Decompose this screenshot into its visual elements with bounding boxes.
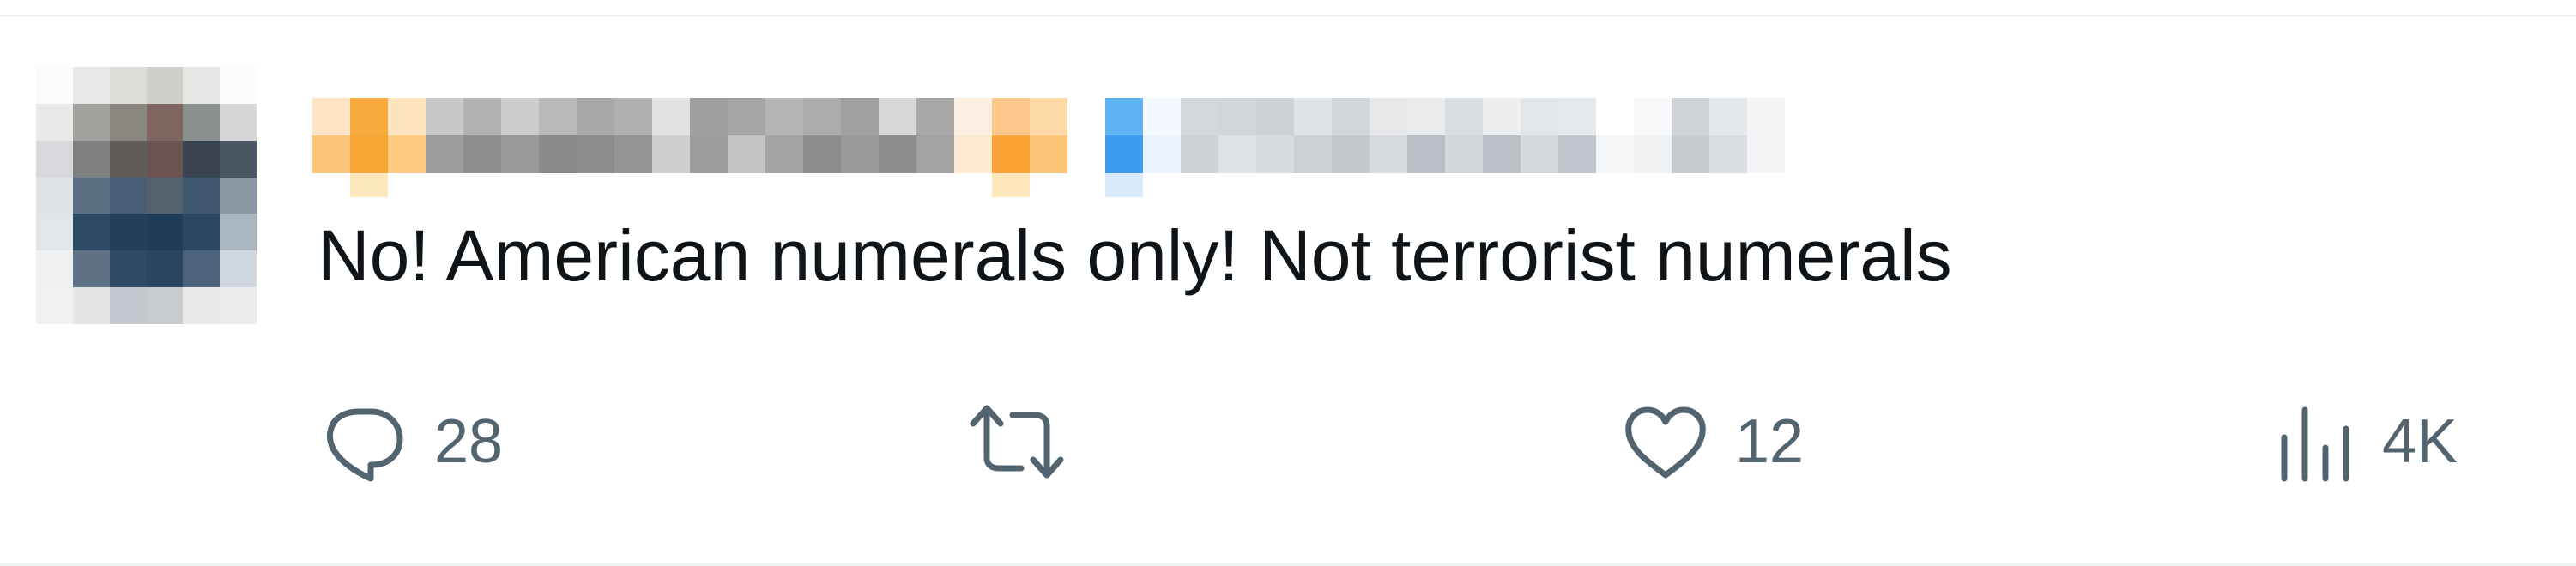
heart-icon — [1625, 406, 1706, 479]
author-name-obscured[interactable] — [312, 98, 2097, 199]
like-count: 12 — [1735, 407, 1805, 476]
reply-icon — [326, 408, 403, 482]
views-button[interactable]: 4K — [2274, 394, 2458, 489]
bottom-divider — [0, 563, 2576, 566]
reply-count: 28 — [434, 407, 504, 476]
tweet-text: No! American numerals only! Not terroris… — [317, 215, 1952, 296]
avatar[interactable] — [36, 67, 293, 324]
retweet-button[interactable] — [961, 394, 1095, 489]
reply-button[interactable]: 28 — [317, 394, 503, 489]
handle-pixel-strip — [312, 135, 2097, 173]
tweet-card[interactable]: No! American numerals only! Not terroris… — [0, 0, 2576, 566]
views-icon — [2281, 406, 2349, 482]
top-divider — [0, 15, 2576, 17]
retweet-icon — [970, 405, 1064, 479]
like-button[interactable]: 12 — [1618, 394, 1804, 489]
handle-pixel-underline — [312, 173, 2097, 197]
name-pixel-strip — [312, 98, 2097, 135]
views-count: 4K — [2382, 407, 2458, 476]
tweet-actions: 28 12 4K — [0, 394, 2576, 489]
